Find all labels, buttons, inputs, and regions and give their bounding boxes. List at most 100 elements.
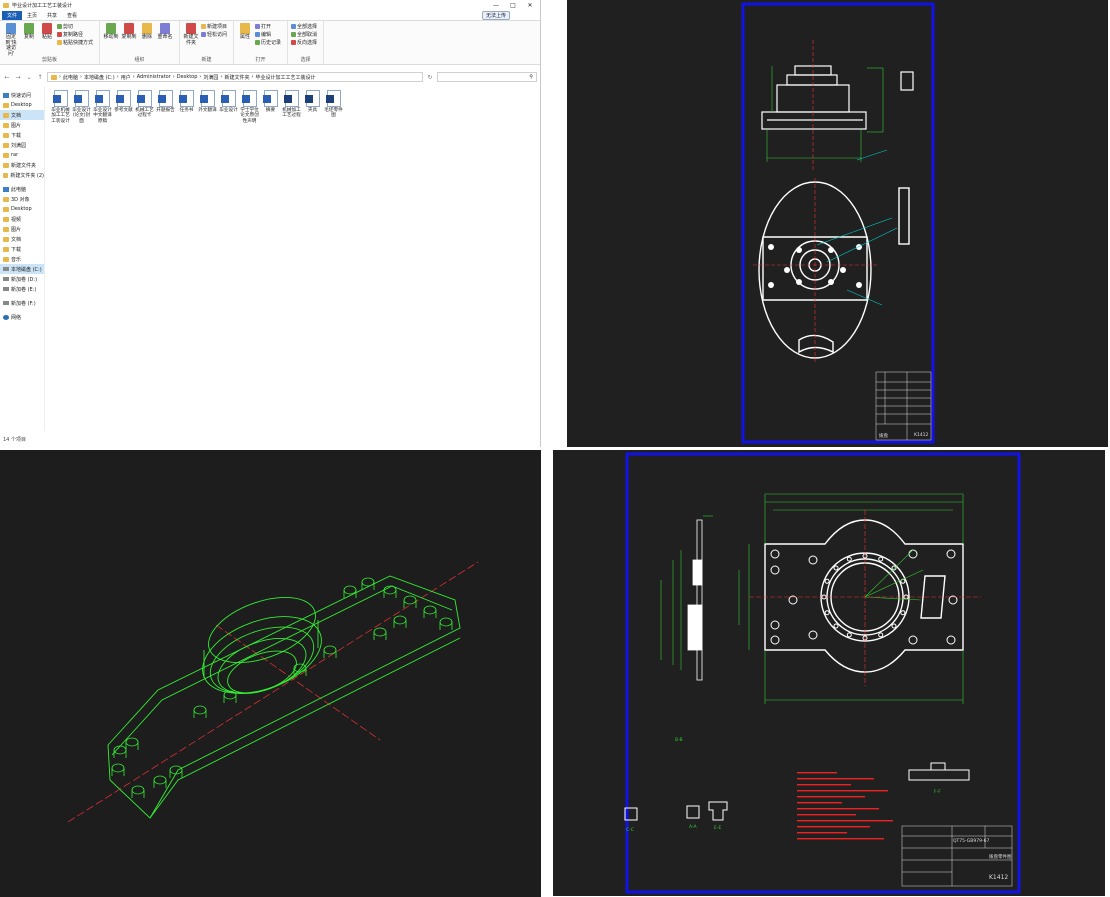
ribbon-small-label: 编辑: [261, 32, 272, 38]
ribbon-small-button[interactable]: 全部取消: [291, 31, 317, 38]
ring-hole: [878, 556, 884, 562]
nav-item[interactable]: 刘满园: [0, 140, 44, 150]
breadcrumb-separator-icon[interactable]: ›: [117, 74, 119, 80]
breadcrumb-item[interactable]: Administrator: [137, 74, 171, 80]
folder-icon: [3, 142, 9, 148]
ribbon-command-icon: [106, 23, 117, 34]
tab-home[interactable]: 主页: [22, 11, 42, 20]
nav-item[interactable]: 图片: [0, 120, 44, 130]
ribbon-button-label: 新建文件夹: [183, 34, 199, 46]
breadcrumb-item[interactable]: 本地磁盘 (C:): [84, 74, 115, 81]
help-badge[interactable]: 无法上传: [481, 10, 510, 20]
nav-item[interactable]: 视频: [0, 214, 44, 224]
nav-item[interactable]: rar: [0, 150, 44, 160]
ribbon-button-label: 重命名: [157, 34, 173, 40]
forward-arrow-icon[interactable]: →: [14, 74, 22, 81]
breadcrumb-item[interactable]: 新建文件夹: [224, 74, 249, 81]
breadcrumb-item[interactable]: Desktop: [177, 74, 198, 80]
nav-item[interactable]: 新建文件夹 (2): [0, 170, 44, 180]
nav-item[interactable]: 此电脑: [0, 184, 44, 194]
file-item[interactable]: 开题报告: [156, 90, 175, 124]
ribbon-small-button[interactable]: 新建项目: [201, 23, 227, 30]
bolt-hole: [770, 620, 780, 630]
nav-item[interactable]: 文档: [0, 234, 44, 244]
file-item[interactable]: 夹具: [303, 90, 322, 124]
tab-share[interactable]: 共享: [42, 11, 62, 20]
ribbon-small-button[interactable]: 全部选择: [291, 23, 317, 30]
bolt-hole: [856, 282, 862, 288]
breadcrumb-separator-icon[interactable]: ›: [59, 74, 61, 80]
tab-view[interactable]: 查看: [62, 11, 82, 20]
nav-item[interactable]: 3D 对象: [0, 194, 44, 204]
file-item[interactable]: 毕业机械加工工艺工装设计: [51, 90, 70, 124]
breadcrumb-item[interactable]: 毕业设计加工工艺工装设计: [255, 74, 315, 81]
ribbon-button-label: 删除: [142, 34, 153, 40]
file-item[interactable]: 外文翻译: [198, 90, 217, 124]
star-icon: [3, 92, 9, 98]
ribbon-small-button[interactable]: 复制路径: [57, 31, 93, 38]
ribbon-small-button[interactable]: 打开: [255, 23, 281, 30]
nav-item[interactable]: 网络: [0, 312, 44, 322]
breadcrumb-separator-icon[interactable]: ›: [251, 74, 253, 80]
file-item[interactable]: 参考文献: [114, 90, 133, 124]
back-arrow-icon[interactable]: ←: [3, 74, 11, 81]
breadcrumb-separator-icon[interactable]: ›: [80, 74, 82, 80]
breadcrumb-separator-icon[interactable]: ›: [133, 74, 135, 80]
file-item[interactable]: 毛坯零件图: [324, 90, 343, 124]
section-e-label: E-E: [714, 826, 722, 831]
file-item[interactable]: 学士学位论文原创性声明: [240, 90, 259, 124]
file-item[interactable]: 任务书: [177, 90, 196, 124]
maximize-button[interactable]: □: [506, 2, 520, 9]
status-bar: 14 个项目: [3, 437, 26, 443]
tab-file[interactable]: 文件: [2, 10, 23, 20]
search-input[interactable]: ⚲: [437, 72, 537, 82]
nav-item[interactable]: 下载: [0, 244, 44, 254]
part-drawing-svg: [624, 452, 1021, 894]
nav-item-label: 刘满园: [11, 142, 27, 149]
nav-item[interactable]: 新加卷 (F:): [0, 298, 44, 308]
nav-item[interactable]: 本地磁盘 (C:): [0, 264, 44, 274]
close-button[interactable]: ✕: [523, 2, 537, 9]
file-name: 毕业设计: [219, 108, 238, 113]
breadcrumb-separator-icon[interactable]: ›: [199, 74, 201, 80]
ribbon-small-button[interactable]: 剪切: [57, 23, 93, 30]
nav-item[interactable]: Desktop: [0, 100, 44, 110]
nav-item[interactable]: 图片: [0, 224, 44, 234]
breadcrumb-separator-icon[interactable]: ›: [220, 74, 222, 80]
nav-item[interactable]: 音乐: [0, 254, 44, 264]
file-item[interactable]: 机械工艺过程卡: [135, 90, 154, 124]
file-item[interactable]: 毕业设计: [219, 90, 238, 124]
nav-item[interactable]: 文档: [0, 110, 44, 120]
minimize-button[interactable]: —: [489, 2, 503, 9]
nav-item[interactable]: 下载: [0, 130, 44, 140]
nav-item-label: 文档: [11, 112, 22, 119]
nav-item[interactable]: 新建文件夹: [0, 160, 44, 170]
ribbon-small-button[interactable]: 粘贴快捷方式: [57, 39, 93, 46]
ribbon-button-label: 属性: [240, 34, 251, 40]
bolt-hole: [840, 267, 846, 273]
bolt-hole: [768, 282, 774, 288]
ribbon-small-button[interactable]: 轻松访问: [201, 31, 227, 38]
file-item[interactable]: 毕业设计(论文)封面: [72, 90, 91, 124]
ribbon-small-button[interactable]: 反向选择: [291, 39, 317, 46]
breadcrumb-item[interactable]: 刘满园: [203, 74, 218, 81]
ribbon-button-label: 移动到: [103, 34, 119, 40]
up-arrow-icon[interactable]: ↑: [36, 74, 44, 81]
ribbon-command-icon: [160, 23, 171, 34]
breadcrumb-item[interactable]: 用户: [121, 74, 131, 81]
refresh-icon[interactable]: ↻: [426, 74, 434, 81]
file-item[interactable]: 机械加工工艺过程: [282, 90, 301, 124]
nav-item[interactable]: 快速访问: [0, 90, 44, 100]
breadcrumb-separator-icon[interactable]: ›: [173, 74, 175, 80]
file-item[interactable]: 摘要: [261, 90, 280, 124]
nav-item[interactable]: Desktop: [0, 204, 44, 214]
breadcrumb-item[interactable]: 此电脑: [63, 74, 78, 81]
nav-item[interactable]: 新加卷 (E:): [0, 284, 44, 294]
file-item[interactable]: 毕业设计中文翻译原稿: [93, 90, 112, 124]
bolt-hole: [828, 247, 834, 253]
nav-item[interactable]: 新加卷 (D:): [0, 274, 44, 284]
ribbon-small-button[interactable]: 历史记录: [255, 39, 281, 46]
address-bar[interactable]: › 此电脑 › 本地磁盘 (C:) › 用户 › Administrator › Desktop ›…: [47, 72, 423, 82]
ribbon-small-button[interactable]: 编辑: [255, 31, 281, 38]
recent-chevron-icon[interactable]: ⌄: [25, 74, 33, 81]
